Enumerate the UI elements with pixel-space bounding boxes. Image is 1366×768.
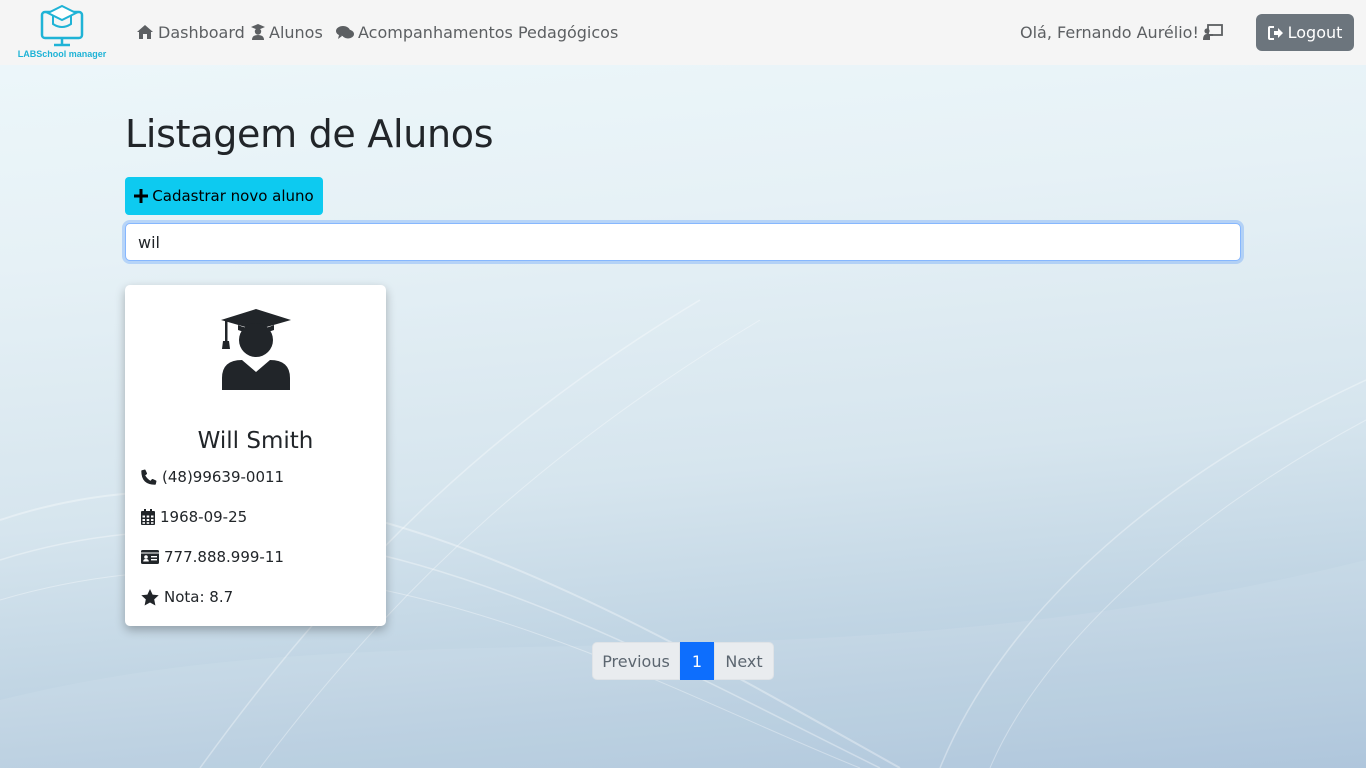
logout-label: Logout (1287, 23, 1343, 42)
student-cpf: 777.888.999-11 (141, 546, 284, 568)
star-icon (141, 588, 159, 605)
nav-alunos-label: Alunos (269, 22, 323, 42)
pagination-page-1[interactable]: 1 (680, 642, 714, 680)
home-icon (137, 25, 153, 39)
nav-alunos[interactable]: Alunos (251, 21, 323, 43)
brand-logo-link[interactable]: LABSchool manager (16, 4, 108, 62)
pagination: Previous 1 Next (592, 642, 774, 680)
student-grade: Nota: 8.7 (141, 586, 233, 608)
pagination-previous[interactable]: Previous (592, 642, 680, 680)
monitor-graduation-logo-icon (40, 4, 84, 47)
nav-dashboard[interactable]: Dashboard (136, 21, 245, 43)
phone-icon (141, 469, 157, 485)
student-birthdate-value: 1968-09-25 (160, 508, 248, 526)
calendar-icon (141, 509, 155, 525)
nav-acompanhamentos-label: Acompanhamentos Pedagógicos (358, 22, 619, 42)
greeting-text: Olá, Fernando Aurélio! (1020, 22, 1199, 42)
nav-dashboard-label: Dashboard (158, 22, 245, 42)
logout-button[interactable]: Logout (1256, 14, 1354, 51)
user-graduate-icon (251, 24, 265, 40)
graduate-avatar-icon (221, 309, 291, 390)
page-title: Listagem de Alunos (125, 112, 494, 156)
search-input[interactable] (125, 223, 1241, 261)
student-phone: (48)99639-0011 (141, 466, 284, 488)
student-name: Will Smith (197, 428, 314, 454)
user-greeting: Olá, Fernando Aurélio! (1020, 21, 1223, 43)
add-student-label: Cadastrar novo aluno (152, 187, 314, 205)
comments-icon (336, 25, 354, 39)
student-birthdate: 1968-09-25 (141, 506, 247, 528)
top-navbar: LABSchool manager Dashboard Alunos Acomp… (0, 0, 1366, 65)
student-phone-value: (48)99639-0011 (162, 468, 285, 486)
sign-out-icon (1267, 25, 1283, 40)
id-card-icon (141, 550, 159, 564)
nav-acompanhamentos[interactable]: Acompanhamentos Pedagógicos (336, 21, 618, 43)
student-cpf-value: 777.888.999-11 (164, 548, 284, 566)
student-grade-value: Nota: 8.7 (164, 588, 234, 606)
add-student-button[interactable]: Cadastrar novo aluno (125, 177, 323, 215)
brand-name: LABSchool manager (17, 49, 107, 59)
student-card[interactable]: Will Smith (48)99639-0011 1968-09-25 777… (125, 285, 386, 626)
chalkboard-teacher-icon (1202, 24, 1223, 40)
pagination-next[interactable]: Next (714, 642, 774, 680)
plus-icon (134, 189, 149, 203)
